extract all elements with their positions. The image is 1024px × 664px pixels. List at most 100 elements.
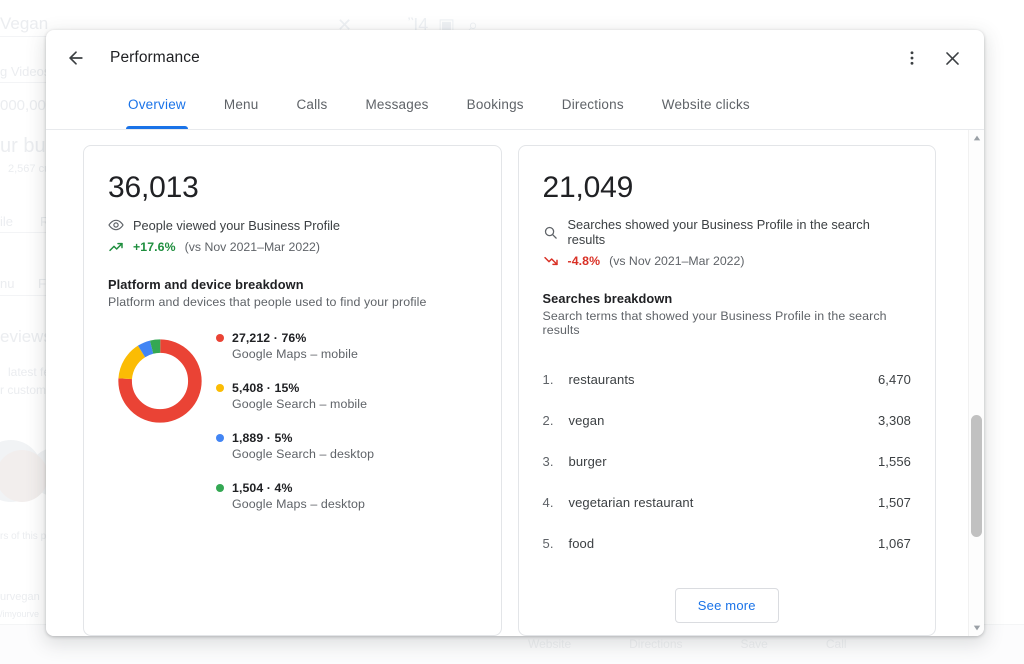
page-title: Performance xyxy=(110,49,200,66)
search-term-rank: 3. xyxy=(542,454,554,469)
trend-up-icon xyxy=(108,239,124,255)
search-term-row: 5. food 1,067 xyxy=(543,523,912,564)
platform-breakdown-chart: 27,212 · 76% Google Maps – mobile 5,408 · … xyxy=(108,329,477,511)
search-term-rank: 4. xyxy=(542,495,554,510)
legend-label: Google Maps – mobile xyxy=(232,347,358,361)
background-action-directions: Directions xyxy=(629,637,683,651)
searches-delta-value: -4.8% xyxy=(567,254,601,268)
views-delta-row: +17.6% (vs Nov 2021–Mar 2022) xyxy=(108,239,477,255)
search-term-name: restaurants xyxy=(568,372,635,387)
search-term-row: 1. restaurants 6,470 xyxy=(543,359,912,400)
searches-label: Searches showed your Business Profile in… xyxy=(567,217,870,247)
legend-value: 5,408 · 15% xyxy=(232,381,300,395)
legend-item: 5,408 · 15% Google Search – mobile xyxy=(216,381,477,411)
background-text: nu xyxy=(0,276,15,291)
tab-calls[interactable]: Calls xyxy=(296,86,327,129)
background-text: r custome xyxy=(0,383,53,397)
back-arrow-icon[interactable] xyxy=(56,38,96,78)
searches-breakdown-title: Searches breakdown xyxy=(542,291,673,306)
search-term-count: 1,507 xyxy=(877,495,911,510)
background-text: ile xyxy=(0,214,14,229)
views-delta-period: (vs Nov 2021–Mar 2022) xyxy=(184,240,320,254)
scrollbar-thumb[interactable] xyxy=(971,415,982,537)
search-term-name: burger xyxy=(568,454,607,469)
tab-directions[interactable]: Directions xyxy=(562,86,624,129)
searches-breakdown-subtitle: Search terms that showed your Business P… xyxy=(542,309,887,337)
donut-legend: 27,212 · 76% Google Maps – mobile 5,408 · … xyxy=(216,329,477,511)
background-action-save: Save xyxy=(740,637,768,651)
background-text: rs of this p xyxy=(0,531,47,542)
tab-website-clicks[interactable]: Website clicks xyxy=(662,86,750,129)
views-label: People viewed your Business Profile xyxy=(133,217,340,233)
legend-color-dot xyxy=(216,334,224,342)
search-term-row: 4. vegetarian restaurant 1,507 xyxy=(543,482,912,523)
search-term-row: 3. burger 1,556 xyxy=(543,441,912,482)
tab-menu[interactable]: Menu xyxy=(224,86,259,129)
dialog-header: Performance xyxy=(46,30,984,86)
scroll-down-icon[interactable] xyxy=(969,620,984,636)
platform-breakdown-title: Platform and device breakdown xyxy=(108,277,304,292)
background-text: /imyourve xyxy=(0,609,40,619)
search-term-name: vegan xyxy=(568,413,605,428)
searches-label-row: Searches showed your Business Profile in… xyxy=(543,217,912,247)
see-more-button[interactable]: See more xyxy=(674,588,779,623)
search-term-name: vegetarian restaurant xyxy=(568,495,694,510)
search-term-count: 1,556 xyxy=(877,454,911,469)
legend-color-dot xyxy=(216,434,224,442)
search-term-count: 3,308 xyxy=(877,413,911,428)
performance-dialog: Performance Overview Menu Calls Messages Boo… xyxy=(46,30,984,636)
search-icon xyxy=(543,224,559,240)
legend-label: Google Search – desktop xyxy=(232,447,375,461)
background-action-call: Call xyxy=(825,637,847,651)
searches-card: 21,049 Searches showed your Business Pro… xyxy=(517,145,936,636)
legend-value-row: 1,504 · 4% xyxy=(216,481,477,495)
cards-container: 36,013 People viewed your Business Profi… xyxy=(46,130,966,636)
scroll-up-icon[interactable] xyxy=(969,130,984,146)
tab-bookings[interactable]: Bookings xyxy=(467,86,524,129)
search-term-rank: 2. xyxy=(542,413,554,428)
trend-down-icon xyxy=(543,253,559,269)
dialog-body: 36,013 People viewed your Business Profi… xyxy=(46,130,984,636)
legend-label: Google Search – mobile xyxy=(232,397,368,411)
searches-value: 21,049 xyxy=(542,171,634,204)
vertical-scrollbar[interactable] xyxy=(968,130,984,636)
donut-chart xyxy=(118,339,202,423)
searches-delta-row: -4.8% (vs Nov 2021–Mar 2022) xyxy=(543,253,912,269)
legend-value: 1,504 · 4% xyxy=(232,481,293,495)
legend-color-dot xyxy=(216,484,224,492)
platform-breakdown-subtitle: Platform and devices that people used to… xyxy=(108,295,427,309)
search-terms-list: 1. restaurants 6,470 2. vegan 3,308 3. burger 1,… xyxy=(543,359,912,564)
views-label-row: People viewed your Business Profile xyxy=(108,217,477,233)
see-more-container: See more xyxy=(543,588,912,623)
searches-delta-period: (vs Nov 2021–Mar 2022) xyxy=(609,254,745,268)
views-value: 36,013 xyxy=(108,171,199,204)
legend-value: 1,889 · 5% xyxy=(232,431,293,445)
background-text: eviews xyxy=(0,327,52,346)
background-text: g Videos xyxy=(0,64,51,79)
tab-bar: Overview Menu Calls Messages Bookings Directi… xyxy=(46,86,984,130)
background-action-website: Website xyxy=(528,637,572,651)
views-card: 36,013 People viewed your Business Profi… xyxy=(83,145,502,636)
background-text: Vegan xyxy=(0,14,49,33)
close-icon[interactable] xyxy=(932,38,972,78)
tab-overview[interactable]: Overview xyxy=(126,86,188,129)
background-text: urvegan xyxy=(0,591,40,603)
legend-value: 27,212 · 76% xyxy=(232,331,307,345)
legend-value-row: 27,212 · 76% xyxy=(216,331,477,345)
legend-color-dot xyxy=(216,384,224,392)
legend-value-row: 1,889 · 5% xyxy=(216,431,477,445)
legend-item: 27,212 · 76% Google Maps – mobile xyxy=(216,331,477,361)
background-text: latest fe xyxy=(8,365,51,379)
views-delta-value: +17.6% xyxy=(133,240,176,254)
background-avatar xyxy=(0,450,48,502)
legend-label: Google Maps – desktop xyxy=(232,497,365,511)
donut-segment xyxy=(118,339,202,423)
background-text: 2,567 cu xyxy=(8,163,51,175)
more-vert-icon[interactable] xyxy=(892,38,932,78)
eye-icon xyxy=(108,217,124,233)
tab-messages[interactable]: Messages xyxy=(365,86,428,129)
search-term-row: 2. vegan 3,308 xyxy=(543,400,912,441)
search-term-count: 6,470 xyxy=(877,372,911,387)
search-term-count: 1,067 xyxy=(877,536,911,551)
search-term-rank: 1. xyxy=(542,372,554,387)
